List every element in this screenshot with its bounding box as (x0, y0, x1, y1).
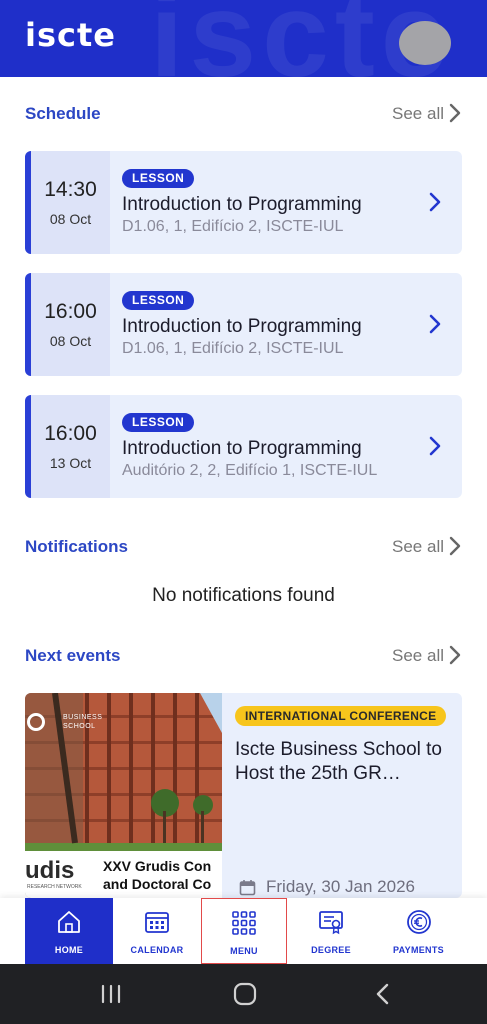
tab-menu[interactable]: MENU (201, 898, 287, 964)
grudis-logo-text: udis (25, 857, 75, 884)
class-title: Introduction to Programming (122, 194, 362, 215)
tab-degree[interactable]: DEGREE (287, 898, 375, 964)
iscte-logo[interactable]: iscte (25, 16, 116, 54)
tab-payments-label: PAYMENTS (393, 945, 444, 955)
calendar-icon (145, 912, 169, 933)
event-time: 14:30 (44, 178, 97, 201)
schedule-title: Schedule (25, 104, 101, 123)
avatar[interactable] (399, 21, 451, 65)
grid-menu-icon (232, 911, 256, 935)
schedule-card[interactable]: 16:00 08 Oct LESSON Introduction to Prog… (25, 273, 462, 376)
class-location: D1.06, 1, Edifício 2, ISCTE-IUL (122, 340, 344, 357)
time-box: 16:00 08 Oct (31, 273, 110, 376)
event-date: 08 Oct (49, 333, 92, 349)
home-circle-icon[interactable] (232, 982, 258, 1006)
chevron-right-icon[interactable] (448, 102, 462, 124)
tab-home[interactable]: HOME (25, 898, 113, 964)
notifications-section-header: Notifications See all (25, 533, 462, 563)
business-school-logo-mark (27, 713, 45, 731)
business-school-brand-line2: SCHOOL (63, 723, 96, 730)
lesson-badge: LESSON (122, 291, 195, 310)
chevron-right-icon[interactable] (428, 191, 442, 213)
class-title: Introduction to Programming (122, 316, 362, 337)
tab-calendar-label: CALENDAR (130, 945, 184, 955)
event-date: Friday, 30 Jan 2026 (266, 877, 415, 896)
calendar-icon (239, 880, 256, 896)
recent-apps-icon[interactable] (98, 982, 124, 1006)
schedule-section-header: Schedule See all (25, 100, 462, 130)
business-school-brand-line1: BUSINESS (63, 714, 103, 721)
chevron-right-icon[interactable] (428, 313, 442, 335)
event-date: 08 Oct (49, 211, 92, 227)
event-card[interactable]: BUSINESS SCHOOL udis RESEARCH NETWORK XX… (25, 693, 462, 898)
lesson-badge: LESSON (122, 169, 195, 188)
no-notifications-message: No notifications found (152, 585, 335, 606)
notifications-title: Notifications (25, 537, 128, 556)
euro-coin-icon (406, 910, 431, 934)
event-image-caption-line2: and Doctoral Co (103, 876, 212, 892)
event-category-badge: INTERNATIONAL CONFERENCE (235, 706, 447, 726)
back-icon[interactable] (370, 982, 396, 1006)
certificate-icon (319, 911, 343, 935)
event-date: 13 Oct (49, 455, 92, 471)
schedule-card[interactable]: 16:00 13 Oct LESSON Introduction to Prog… (25, 395, 462, 498)
system-navigation-bar (0, 964, 487, 1024)
home-icon (58, 911, 80, 933)
app-header: iscte iscte (0, 0, 487, 77)
event-time: 16:00 (44, 300, 97, 323)
event-title: Iscte Business School to Host the 25th G… (235, 739, 442, 784)
notifications-see-all-link[interactable]: See all (392, 537, 444, 557)
tab-degree-label: DEGREE (311, 945, 351, 955)
events-title: Next events (25, 646, 121, 665)
event-image: BUSINESS SCHOOL udis RESEARCH NETWORK XX… (25, 693, 222, 898)
event-image-caption-line1: XXV Grudis Con (103, 858, 212, 874)
event-time: 16:00 (44, 422, 97, 445)
tab-calendar[interactable]: CALENDAR (113, 898, 201, 964)
events-section-header: Next events See all (25, 642, 462, 672)
tab-payments[interactable]: PAYMENTS (375, 898, 462, 964)
chevron-right-icon[interactable] (448, 644, 462, 666)
bottom-tab-bar: HOME CALENDAR MENU DEGREE PAYMENTS (0, 898, 487, 964)
chevron-right-icon[interactable] (428, 435, 442, 457)
chevron-right-icon[interactable] (448, 535, 462, 557)
lesson-badge: LESSON (122, 413, 195, 432)
tab-menu-label: MENU (230, 946, 258, 956)
time-box: 16:00 13 Oct (31, 395, 110, 498)
tab-home-label: HOME (54, 945, 84, 955)
schedule-card[interactable]: 14:30 08 Oct LESSON Introduction to Prog… (25, 151, 462, 254)
events-see-all-link[interactable]: See all (392, 646, 444, 666)
grudis-logo-subtext: RESEARCH NETWORK (27, 884, 82, 890)
class-location: Auditório 2, 2, Edifício 1, ISCTE-IUL (122, 462, 378, 479)
time-box: 14:30 08 Oct (31, 151, 110, 254)
schedule-see-all-link[interactable]: See all (392, 104, 444, 124)
class-title: Introduction to Programming (122, 438, 362, 459)
class-location: D1.06, 1, Edifício 2, ISCTE-IUL (122, 218, 344, 235)
